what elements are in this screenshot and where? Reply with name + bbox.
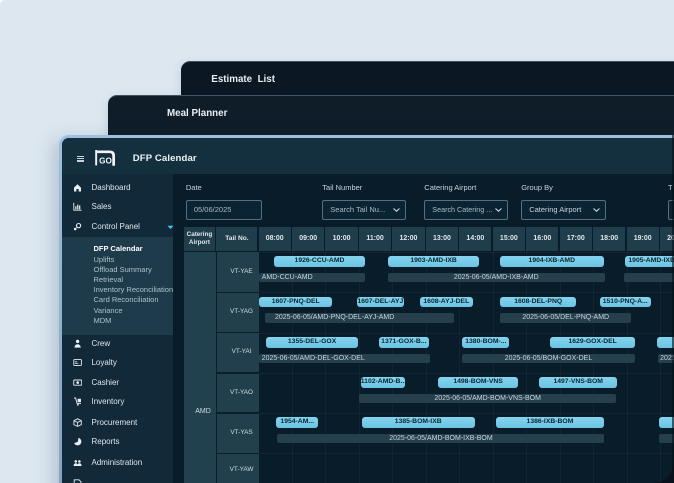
svg-text:GO: GO — [99, 157, 112, 166]
